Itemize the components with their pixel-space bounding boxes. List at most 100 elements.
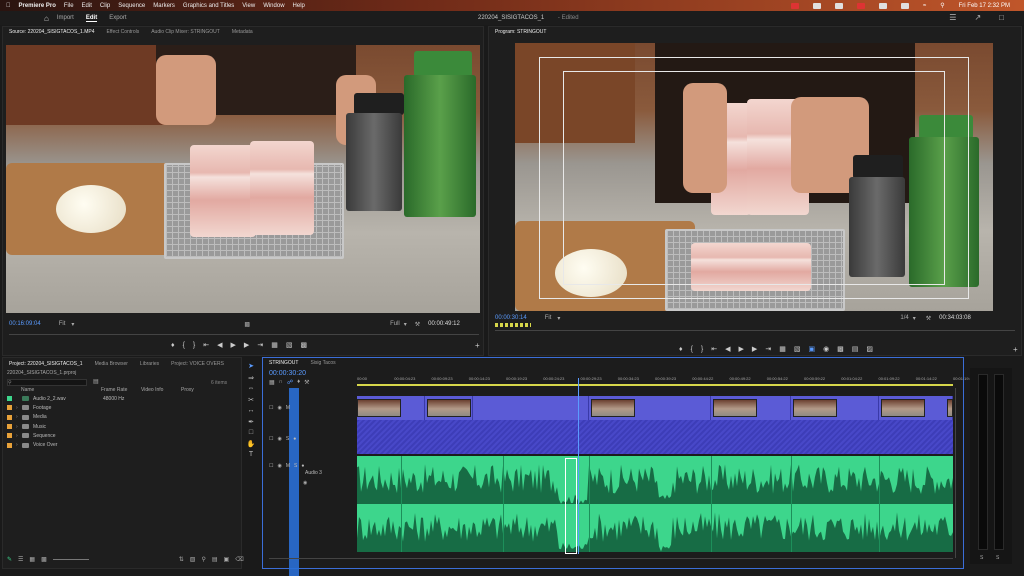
menu-sequence[interactable]: Sequence xyxy=(118,3,145,9)
status-icon[interactable] xyxy=(856,2,865,9)
go-to-in-icon[interactable]: ⇤ xyxy=(203,341,209,349)
column-proxy[interactable]: Proxy xyxy=(181,387,221,394)
menu-view[interactable]: View xyxy=(242,3,255,9)
program-timecode[interactable]: 00:00:30:14 xyxy=(495,315,527,321)
mark-in-icon[interactable]: { xyxy=(691,346,693,353)
mark-in-icon[interactable]: { xyxy=(183,342,185,349)
proxy-icon[interactable]: ▤ xyxy=(852,345,859,353)
project-search-input[interactable]: ⚲ xyxy=(7,379,87,386)
audio-clip-edge[interactable] xyxy=(879,504,880,552)
vr-icon[interactable]: ◉ xyxy=(823,345,829,353)
step-back-icon[interactable]: ◀ xyxy=(725,345,730,353)
solo-left[interactable]: S xyxy=(980,555,983,561)
sort-icon[interactable]: ⇅ xyxy=(179,556,184,563)
tab-effect-controls[interactable]: Effect Controls xyxy=(107,29,140,35)
lift-icon[interactable]: ▦ xyxy=(779,345,786,353)
export-frame-icon[interactable]: ▩ xyxy=(300,341,307,349)
audio-clip-edge[interactable] xyxy=(791,456,792,504)
chevron-down-icon[interactable]: ▾ xyxy=(71,321,74,328)
solo-icon[interactable]: S xyxy=(286,436,289,442)
selection-tool-icon[interactable]: ➤ xyxy=(248,362,254,370)
label-color-swatch[interactable] xyxy=(7,433,12,439)
go-to-out-icon[interactable]: ⇥ xyxy=(257,341,263,349)
tab-sisig-tacos[interactable]: Sisig Tacos xyxy=(310,360,335,366)
project-item[interactable]: Audio 2_2.wav 48000 Hz xyxy=(7,394,239,403)
column-frame-rate[interactable]: Frame Rate xyxy=(101,387,141,394)
add-marker-icon[interactable]: ♦ xyxy=(171,342,175,349)
insert-icon[interactable]: ▦ xyxy=(271,341,278,349)
step-forward-icon[interactable]: ▶ xyxy=(244,341,249,349)
list-view-icon[interactable]: ☰ xyxy=(18,556,23,563)
playhead[interactable] xyxy=(577,378,579,554)
track-select-icon[interactable]: ⇒ xyxy=(248,374,254,382)
status-icon[interactable] xyxy=(812,2,821,9)
source-fit[interactable]: Fit xyxy=(59,321,66,327)
label-color-swatch[interactable] xyxy=(7,414,12,420)
menu-file[interactable]: File xyxy=(64,3,74,9)
add-button-icon[interactable]: + xyxy=(475,341,480,350)
tab-source[interactable]: Source: 220204_SISIGTACOS_1.MP4 xyxy=(9,29,95,35)
wrench-icon[interactable]: ⚒ xyxy=(926,315,931,322)
tab-import[interactable]: Import xyxy=(57,15,74,21)
timeline-horizontal-scrollbar[interactable] xyxy=(269,558,953,562)
tab-project[interactable]: Project: 220204_SISIGTACOS_1 xyxy=(9,361,83,367)
menu-window[interactable]: Window xyxy=(263,3,284,9)
audio-clip-edge[interactable] xyxy=(503,504,504,552)
hand-tool-icon[interactable]: ✋ xyxy=(247,440,256,448)
step-forward-icon[interactable]: ▶ xyxy=(752,345,757,353)
status-icon[interactable] xyxy=(834,2,843,9)
tab-edit[interactable]: Edit xyxy=(85,15,98,22)
freeform-view-icon[interactable]: ▩ xyxy=(41,556,47,563)
chevron-down-icon[interactable]: ▾ xyxy=(913,315,916,322)
slip-tool-icon[interactable]: ↔ xyxy=(248,407,255,414)
pen-tool-icon[interactable]: ✒ xyxy=(248,418,254,426)
trash-icon[interactable]: ⌫ xyxy=(235,556,243,563)
source-time-ruler[interactable] xyxy=(9,331,479,335)
add-marker-icon[interactable]: ♦ xyxy=(297,379,300,386)
video-clip[interactable] xyxy=(473,396,589,420)
camera-icon[interactable]: ▩ xyxy=(244,321,250,328)
overwrite-icon[interactable]: ▧ xyxy=(286,341,293,349)
audio-clip-edge[interactable] xyxy=(401,456,402,504)
video-track[interactable] xyxy=(357,396,953,420)
play-icon[interactable]: ▶ xyxy=(739,345,744,353)
workspaces-icon[interactable]: ☰ xyxy=(949,13,956,22)
menu-help[interactable]: Help xyxy=(293,3,305,9)
menu-graphics[interactable]: Graphics and Titles xyxy=(183,3,234,9)
selected-audio-clip[interactable] xyxy=(565,458,577,554)
snap-icon[interactable]: ∩ xyxy=(279,379,283,386)
new-bin-icon[interactable]: ▤ xyxy=(212,556,218,563)
menu-markers[interactable]: Markers xyxy=(153,3,175,9)
program-ratio[interactable]: 1/4 xyxy=(900,315,908,321)
play-icon[interactable]: ▶ xyxy=(231,341,236,349)
tab-metadata[interactable]: Metadata xyxy=(232,29,253,35)
rectangle-tool-icon[interactable]: □ xyxy=(249,429,253,436)
app-name[interactable]: Premiere Pro xyxy=(19,3,56,9)
timeline-ruler[interactable]: 00:00 00:00:04:23 00:00:09:23 00:00:14:23 00… xyxy=(357,374,974,384)
project-item[interactable]: › Media xyxy=(7,413,239,422)
project-item[interactable]: › Music xyxy=(7,422,239,431)
volume-icon[interactable]: ◉ xyxy=(303,480,307,486)
wrench-icon[interactable]: ⚒ xyxy=(415,321,420,328)
home-icon[interactable]: ⌂ xyxy=(44,14,49,23)
audio-clip-edge[interactable] xyxy=(879,456,880,504)
source-timecode[interactable]: 00:16:09:04 xyxy=(9,321,41,327)
lock-icon[interactable]: ☐ xyxy=(269,405,273,411)
toggle-output-icon[interactable]: ◉ xyxy=(277,405,281,411)
status-icon[interactable] xyxy=(878,2,887,9)
fullscreen-icon[interactable]: □ xyxy=(999,13,1004,22)
menu-clip[interactable]: Clip xyxy=(100,3,110,9)
new-item-icon[interactable]: ▣ xyxy=(224,556,230,563)
solo-right[interactable]: S xyxy=(996,555,999,561)
label-color-swatch[interactable] xyxy=(7,405,12,411)
tab-stringout[interactable]: STRINGOUT xyxy=(269,360,298,366)
extract-icon[interactable]: ▧ xyxy=(794,345,801,353)
wrench-icon[interactable]: ⚒ xyxy=(304,379,309,386)
export-frame-icon[interactable]: ▩ xyxy=(837,345,844,353)
timeline-vertical-scrollbar[interactable] xyxy=(955,388,959,558)
menu-edit[interactable]: Edit xyxy=(82,3,92,9)
add-button-icon[interactable]: + xyxy=(1013,345,1018,354)
pencil-icon[interactable]: ✎ xyxy=(7,556,12,563)
mark-out-icon[interactable]: } xyxy=(193,342,195,349)
column-video-info[interactable]: Video Info xyxy=(141,387,181,394)
